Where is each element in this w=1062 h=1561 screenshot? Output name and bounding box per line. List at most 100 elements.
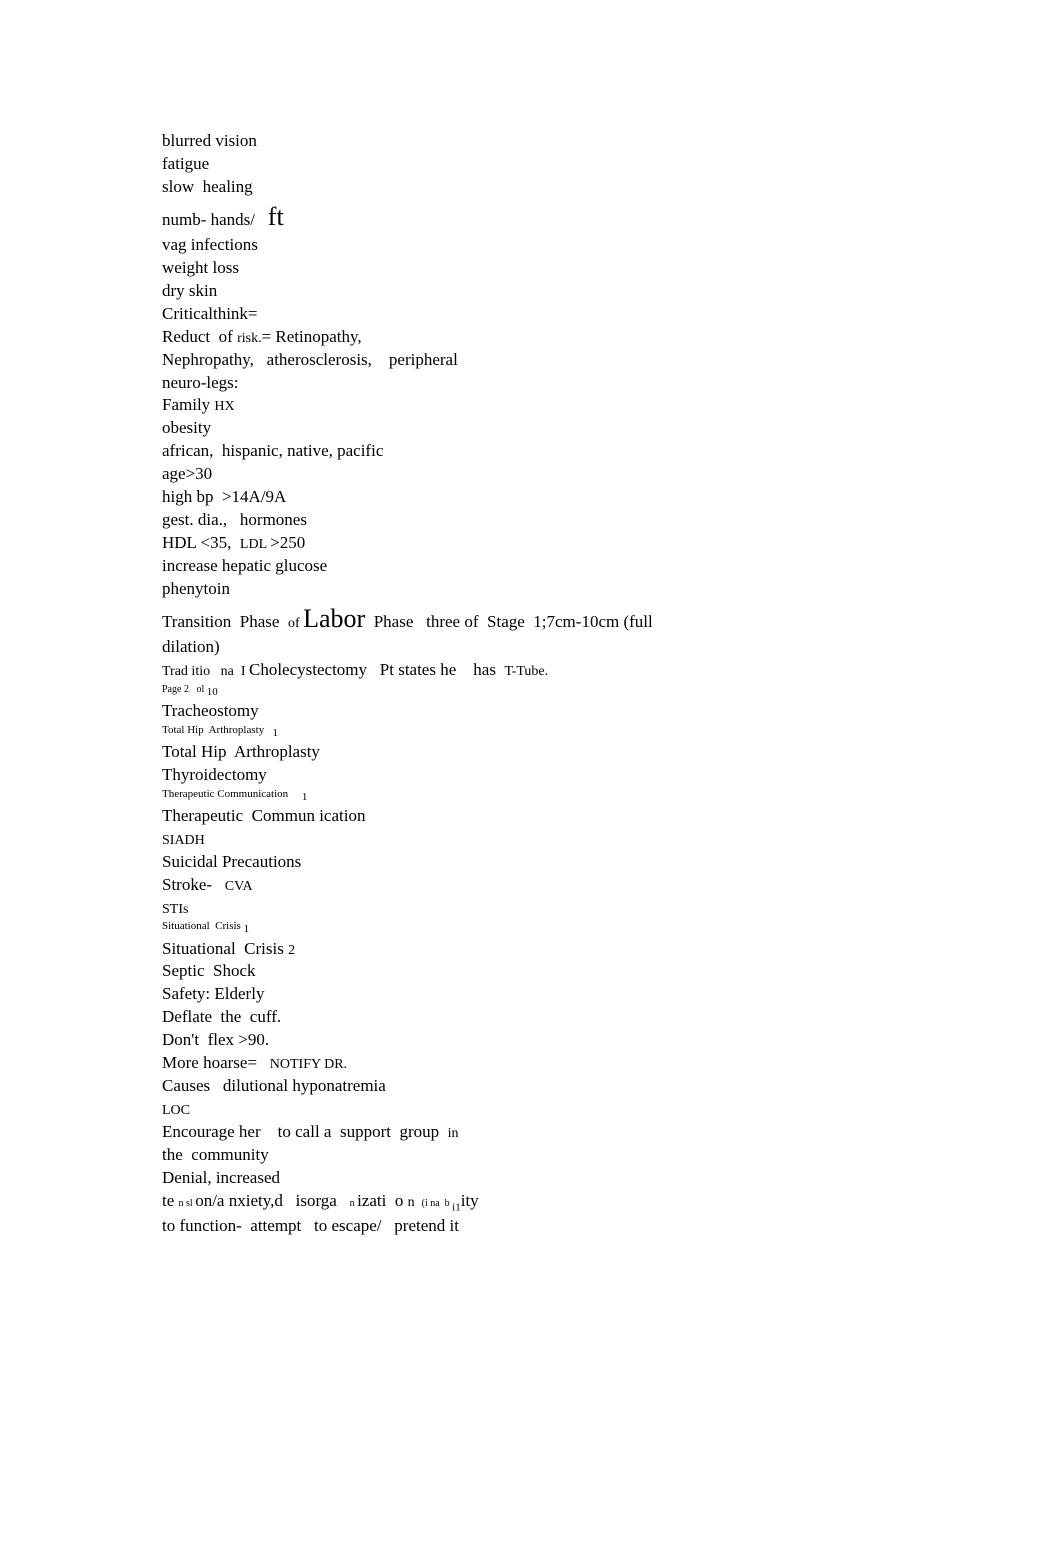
text-segment: a [324, 1122, 340, 1141]
text-segment: SIADH [162, 833, 205, 848]
text-segment: hyponatremia [292, 1076, 385, 1095]
text-segment: Safety: Elderly [162, 984, 264, 1003]
text-segment: Encourage her [162, 1122, 278, 1141]
text-segment: blurred vision [162, 131, 257, 150]
list-item: Trad itio na I Cholecystectomy Pt states… [130, 659, 1062, 682]
list-item-text: Causes dilutional hyponatremia [162, 1075, 386, 1098]
list-item-text: vag infections [162, 234, 258, 257]
text-segment: in [448, 1126, 459, 1141]
list-item-text: Nephropathy, atherosclerosis, peripheral [162, 349, 458, 372]
text-segment: 1 [302, 791, 308, 803]
text-segment: HDL <35, [162, 533, 240, 552]
text-segment: (i na b [422, 1198, 453, 1209]
text-segment: pretend it [394, 1216, 459, 1235]
list-item-text: Thyroidectomy [162, 764, 267, 787]
text-segment: = Retinopathy, [262, 327, 362, 346]
list-item: LOC [130, 1098, 1062, 1121]
text-segment: Family [162, 395, 214, 414]
text-segment: fatigue [162, 154, 209, 173]
text-segment: Transition Phase [162, 612, 288, 631]
text-segment: Don't flex >90. [162, 1030, 269, 1049]
list-item: Reduct of risk.= Retinopathy, [130, 326, 1062, 349]
text-segment: dry skin [162, 281, 217, 300]
list-item: More hoarse= NOTIFY DR. [130, 1052, 1062, 1075]
text-segment: call [295, 1122, 324, 1141]
text-segment: STIs [162, 902, 188, 917]
text-segment: to [278, 1122, 295, 1141]
list-item: increase hepatic glucose [130, 555, 1062, 578]
text-segment: neuro-legs: [162, 373, 238, 392]
list-item: the community [130, 1144, 1062, 1167]
list-item-text: obesity [162, 417, 211, 440]
list-item-text: to function- attempt to escape/ pretend … [162, 1215, 459, 1238]
list-item: Stroke- CVA [130, 874, 1062, 897]
list-item: Therapeutic Communication 1 [130, 787, 1062, 805]
text-segment: Criticalthink= [162, 304, 258, 323]
text-segment: Tracheostomy [162, 701, 259, 720]
text-segment: Stroke- [162, 875, 225, 894]
list-item-text: the community [162, 1144, 269, 1167]
text-segment: of [219, 327, 237, 346]
list-item: Tracheostomy [130, 700, 1062, 723]
text-segment: HX [214, 399, 234, 414]
text-segment: Nephropathy, atherosclerosis, peripheral [162, 350, 458, 369]
text-segment: NOTIFY DR. [270, 1057, 347, 1072]
list-item: SIADH [130, 828, 1062, 851]
list-item-text: Therapeutic Commun ication [162, 805, 365, 828]
list-item-text: Total Hip Arthroplasty [162, 741, 320, 764]
list-item-text: Tracheostomy [162, 700, 259, 723]
list-item: Page 2 ol 10 [130, 682, 1062, 700]
list-item: high bp >14A/9A [130, 486, 1062, 509]
list-item: Causes dilutional hyponatremia [130, 1075, 1062, 1098]
list-item-text: african, hispanic, native, pacific [162, 440, 383, 463]
text-segment: 10 [207, 686, 218, 698]
list-item: Septic Shock [130, 960, 1062, 983]
list-item-text: Deflate the cuff. [162, 1006, 281, 1029]
text-segment: Suicidal Precautions [162, 852, 301, 871]
text-segment: T-Tube. [504, 664, 548, 679]
list-item: african, hispanic, native, pacific [130, 440, 1062, 463]
list-item-text: Situational Crisis 1 [162, 919, 249, 937]
text-segment: Therapeutic Communication [162, 788, 302, 800]
list-item: te n sl on/a nxiety,d isorga n izati o n… [130, 1190, 1062, 1215]
list-item: Don't flex >90. [130, 1029, 1062, 1052]
text-segment: Causes [162, 1076, 223, 1095]
list-item-text: LOC [162, 1098, 190, 1121]
list-item-text: Situational Crisis 2 [162, 938, 295, 961]
list-item: fatigue [130, 153, 1062, 176]
list-item-text: Encourage her to call a support group in [162, 1121, 459, 1144]
text-segment: Denial, increased [162, 1168, 280, 1187]
text-segment: n [350, 1198, 358, 1209]
list-item-text: HDL <35, LDL >250 [162, 532, 305, 555]
text-segment: Thyroidectomy [162, 765, 267, 784]
list-item: Encourage her to call a support group in [130, 1121, 1062, 1144]
list-item-text: high bp >14A/9A [162, 486, 286, 509]
text-segment: increase hepatic glucose [162, 556, 327, 575]
text-segment: risk. [237, 331, 262, 346]
list-item-text: Reduct of risk.= Retinopathy, [162, 326, 362, 349]
text-segment: 1 [244, 924, 250, 936]
text-segment: support group [340, 1122, 448, 1141]
list-item-text: gest. dia., hormones [162, 509, 307, 532]
list-item: Suicidal Precautions [130, 851, 1062, 874]
list-item-text: te n sl on/a nxiety,d isorga n izati o n… [162, 1190, 479, 1215]
list-item: phenytoin [130, 578, 1062, 601]
text-segment: infections [191, 235, 258, 254]
text-segment: Page 2 ol [162, 684, 207, 695]
list-item-text: numb- hands/ ft [162, 199, 284, 234]
list-item-text: Family HX [162, 394, 235, 417]
list-item: numb- hands/ ft [130, 199, 1062, 234]
list-item: neuro-legs: [130, 372, 1062, 395]
text-segment: Trad itio na I [162, 664, 249, 679]
text-segment: Situational Crisis [162, 939, 288, 958]
list-item: vag infections [130, 234, 1062, 257]
list-item-text: Safety: Elderly [162, 983, 264, 1006]
list-item-text: increase hepatic glucose [162, 555, 327, 578]
text-segment: on/a nxiety,d isorga [195, 1191, 349, 1210]
list-item: Nephropathy, atherosclerosis, peripheral [130, 349, 1062, 372]
list-item: Denial, increased [130, 1167, 1062, 1190]
list-item-text: dry skin [162, 280, 217, 303]
list-item-text: Don't flex >90. [162, 1029, 269, 1052]
text-segment: obesity [162, 418, 211, 437]
list-item-text: blurred vision [162, 130, 257, 153]
